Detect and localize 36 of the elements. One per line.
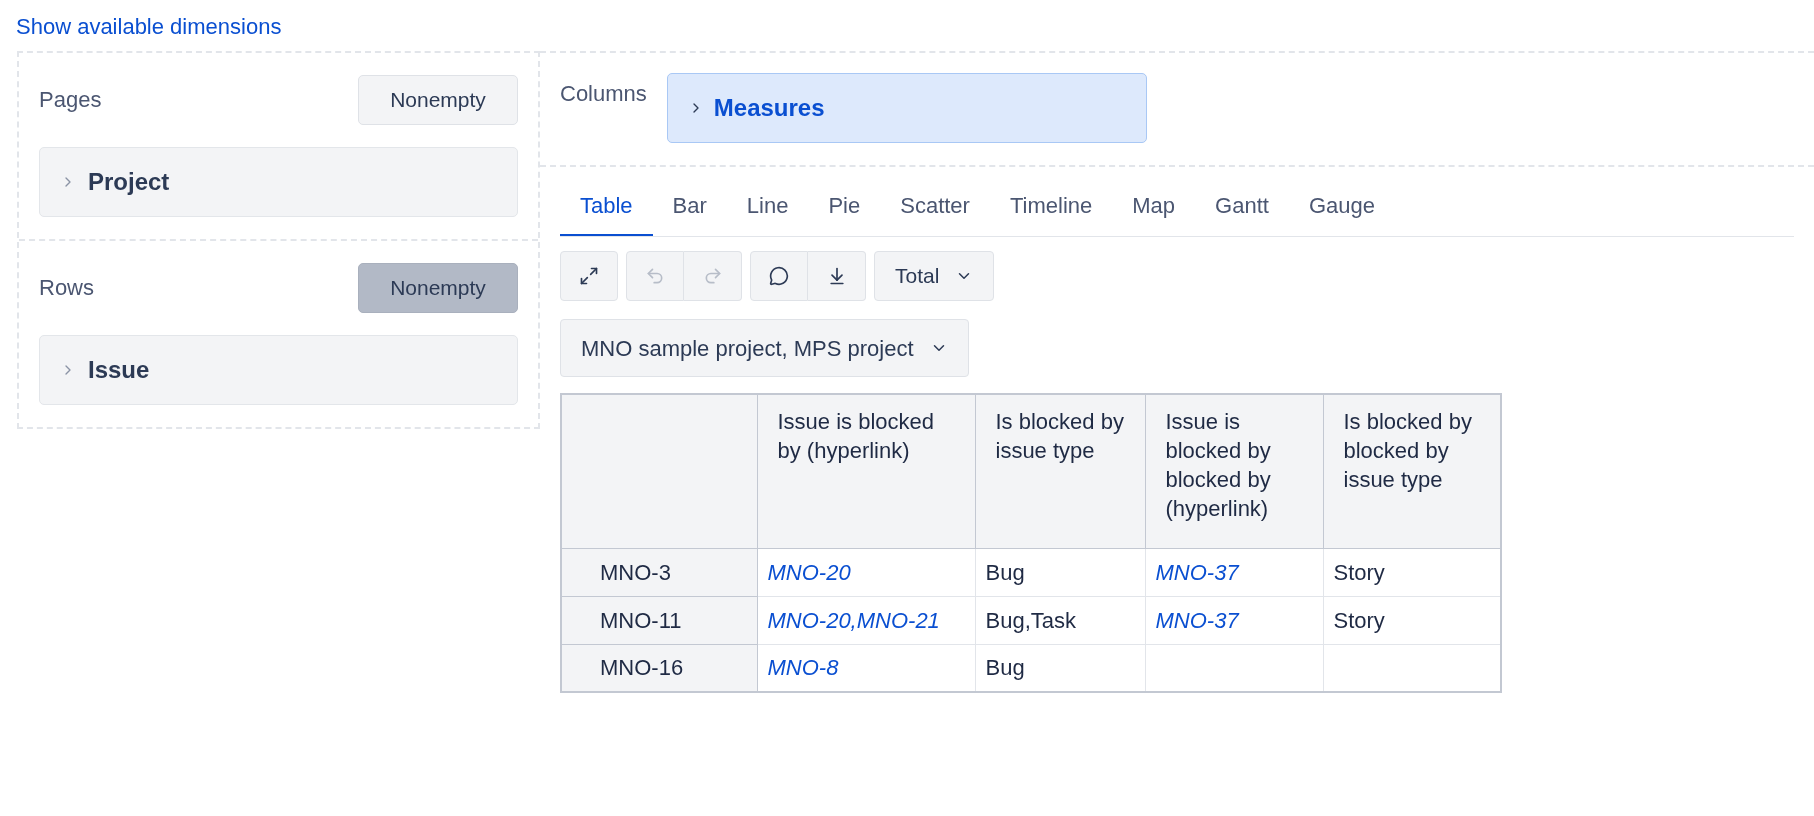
measures-item[interactable]: Measures	[666, 73, 1147, 143]
chart-tab[interactable]: Map	[1112, 185, 1196, 236]
expand-icon	[579, 266, 599, 286]
section-title: Pages	[39, 86, 102, 114]
chart-tab[interactable]: Scatter	[880, 185, 990, 236]
download-button[interactable]	[808, 251, 866, 301]
column-header: Issue is blocked by blocked by (hyperlink)	[1145, 394, 1323, 548]
chart-tab[interactable]: Pie	[808, 185, 881, 236]
column-header: Is blocked by issue type	[975, 394, 1145, 548]
row-header: MNO-11	[561, 596, 757, 644]
column-header: Issue is blocked by (hyperlink)	[757, 394, 975, 548]
chart-tab[interactable]: Gantt	[1195, 185, 1289, 236]
dimension-item[interactable]: Project	[39, 147, 518, 217]
table-cell: Bug,Task	[975, 596, 1145, 644]
comment-button[interactable]	[750, 251, 808, 301]
chart-tab[interactable]: Line	[726, 185, 809, 236]
total-dropdown[interactable]: Total	[874, 251, 995, 301]
project-filter-dropdown[interactable]: MNO sample project, MPS project	[560, 319, 969, 377]
chart-tab[interactable]: Bar	[652, 185, 727, 236]
row-header: MNO-3	[561, 548, 757, 596]
undo-icon	[645, 266, 665, 286]
nonempty-toggle[interactable]: Nonempty	[358, 263, 518, 313]
section-title: Rows	[39, 274, 94, 302]
chart-tab[interactable]: Gauge	[1288, 185, 1395, 236]
dimension-item[interactable]: Issue	[39, 335, 518, 405]
chart-tab[interactable]: Table	[560, 185, 653, 236]
issue-link[interactable]: MNO-8	[767, 655, 839, 681]
column-header: Is blocked by blocked by issue type	[1323, 394, 1501, 548]
speech-bubble-icon	[769, 266, 789, 286]
nonempty-toggle[interactable]: Nonempty	[358, 75, 518, 125]
fullscreen-button[interactable]	[560, 251, 618, 301]
show-dimensions-link[interactable]: Show available dimensions	[16, 14, 282, 39]
columns-title: Columns	[560, 80, 647, 108]
table-cell: Bug	[975, 548, 1145, 596]
row-header: MNO-16	[561, 644, 757, 692]
chart-tab[interactable]: Timeline	[989, 185, 1113, 236]
